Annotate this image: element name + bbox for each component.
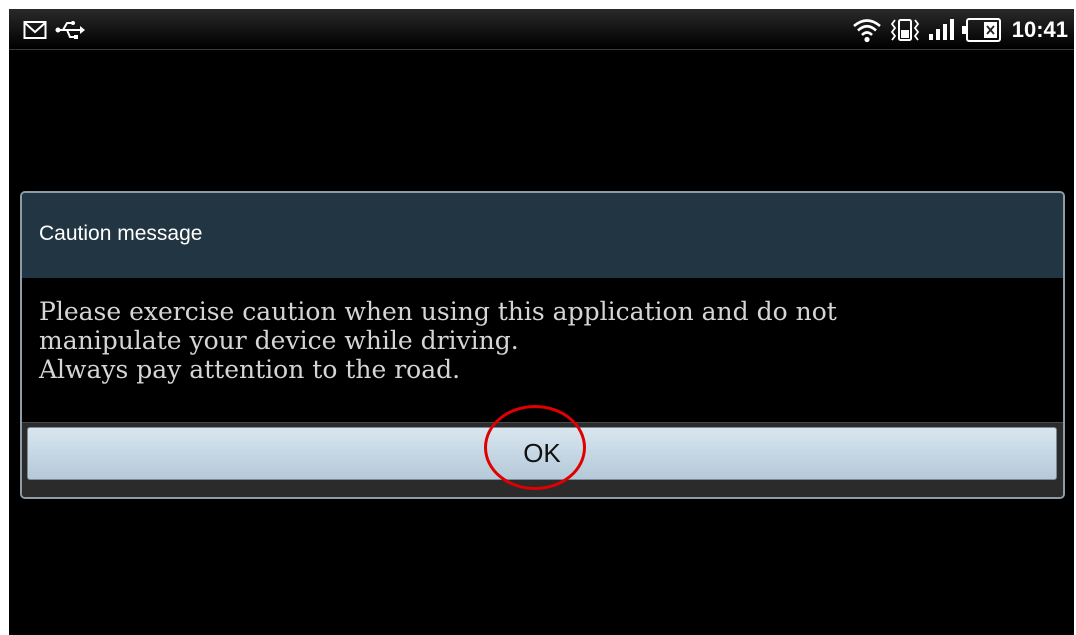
message-line: Please exercise caution when using this …: [39, 297, 837, 326]
system-icons: 10:41: [852, 16, 1068, 44]
dialog-message: Please exercise caution when using this …: [39, 297, 1049, 384]
status-clock: 10:41: [1011, 17, 1068, 42]
dialog-header: Caution message: [22, 193, 1063, 278]
caution-dialog: Caution message Please exercise caution …: [20, 191, 1065, 499]
phone-screen: 10:41 Caution message Please exercise ca…: [9, 9, 1074, 635]
ok-button-label: OK: [523, 438, 561, 468]
notification-icons: [23, 17, 85, 43]
status-bar[interactable]: 10:41: [9, 9, 1074, 50]
dialog-button-bar: OK: [22, 422, 1063, 497]
battery-icon: [961, 18, 1001, 42]
usb-icon: [55, 21, 85, 39]
ok-button[interactable]: OK: [27, 427, 1057, 480]
message-line: manipulate your device while driving.: [39, 326, 519, 355]
vibrate-icon: [890, 19, 919, 41]
signal-icon: [928, 19, 954, 40]
gmail-icon: [23, 21, 47, 39]
wifi-icon: [852, 19, 881, 43]
message-line: Always pay attention to the road.: [39, 355, 461, 384]
dialog-title: Caution message: [39, 222, 203, 245]
